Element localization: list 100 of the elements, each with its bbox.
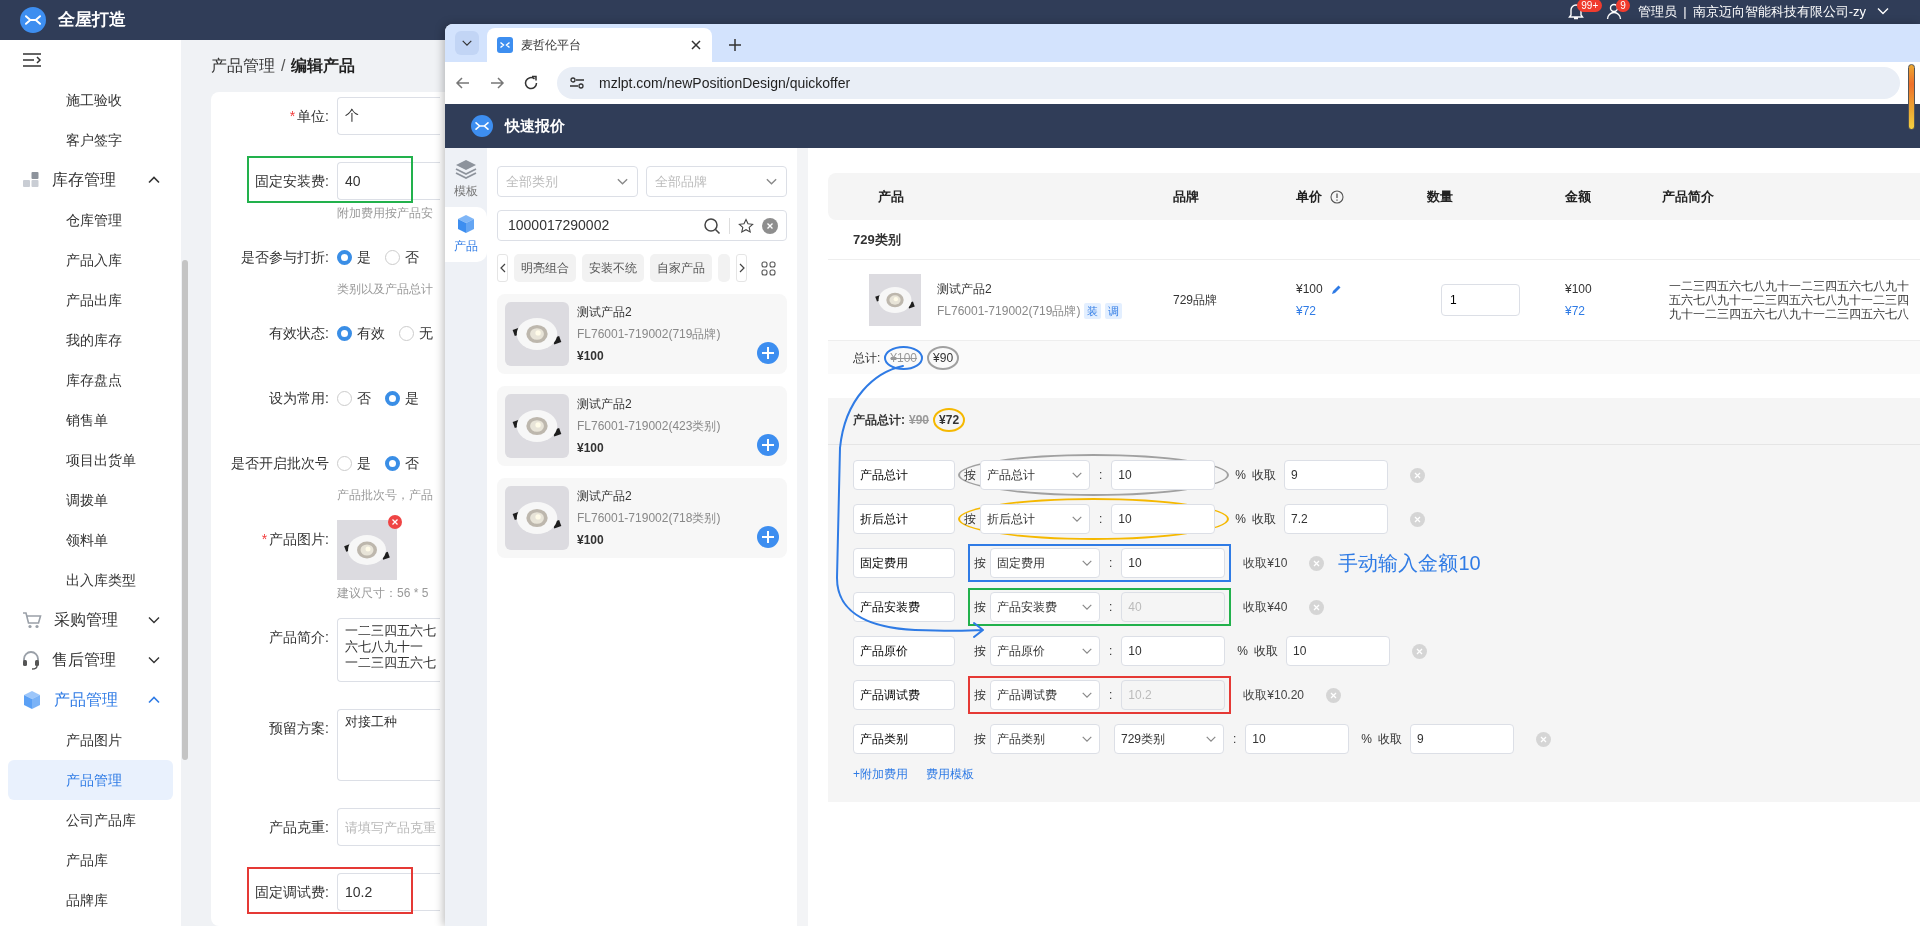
address-bar[interactable]: mzlpt.com/newPositionDesign/quickoffer xyxy=(557,67,1900,99)
radio-button[interactable] xyxy=(385,390,400,406)
plus-icon[interactable] xyxy=(728,38,742,52)
rail-tab[interactable]: 产品 xyxy=(445,207,487,262)
radio-button[interactable] xyxy=(399,325,414,341)
radio-button[interactable] xyxy=(337,455,352,471)
tune-icon[interactable] xyxy=(569,75,585,91)
sidebar-item[interactable]: 产品库 xyxy=(8,840,173,880)
close-icon[interactable] xyxy=(690,39,702,51)
sidebar-group[interactable]: 库存管理 xyxy=(0,160,181,200)
user-name[interactable]: 管理员 xyxy=(1638,2,1678,22)
pencil-icon[interactable] xyxy=(1330,283,1342,295)
value-field[interactable]: 10 xyxy=(1245,724,1350,754)
link[interactable]: 费用模板 xyxy=(926,765,974,783)
radio-button[interactable] xyxy=(385,249,400,265)
category-chip[interactable]: 安装不统 xyxy=(582,254,644,282)
input-field[interactable]: 40 xyxy=(337,162,440,200)
fee-name-field[interactable]: 产品总计 xyxy=(853,460,955,490)
sidebar-item[interactable]: 产品出库 xyxy=(8,280,173,320)
delete-icon[interactable] xyxy=(388,515,402,529)
add-button[interactable] xyxy=(757,434,779,456)
back-icon[interactable] xyxy=(455,75,471,91)
link[interactable]: +附加费用 xyxy=(853,765,908,783)
radio-button[interactable] xyxy=(385,455,400,471)
fee-name-field[interactable]: 产品原价 xyxy=(853,636,955,666)
radio-label[interactable]: 是 xyxy=(357,452,371,474)
star-icon[interactable] xyxy=(738,217,754,234)
scroll-right-button[interactable] xyxy=(736,254,747,282)
radio-button[interactable] xyxy=(337,390,352,406)
radio-label[interactable]: 是 xyxy=(405,387,419,409)
search-icon[interactable] xyxy=(703,216,721,235)
sidebar-item[interactable]: 领料单 xyxy=(8,520,173,560)
scrollbar-thumb[interactable] xyxy=(1908,64,1915,130)
sidebar-item[interactable]: 销售单 xyxy=(8,400,173,440)
radio-button[interactable] xyxy=(337,325,352,341)
radio-label[interactable]: 否 xyxy=(405,452,419,474)
radio-label[interactable]: 有效 xyxy=(357,322,385,344)
sidebar-item[interactable]: 产品入库 xyxy=(8,240,173,280)
result-field[interactable]: 7.2 xyxy=(1284,504,1388,534)
sidebar-item[interactable]: 库存盘点 xyxy=(8,360,173,400)
grid-icon[interactable] xyxy=(761,260,776,276)
text-area[interactable]: 对接工种 xyxy=(337,709,440,781)
search-bar[interactable]: 1000017290002 xyxy=(497,210,787,241)
fee-name-field[interactable]: 产品类别 xyxy=(853,724,955,754)
reload-icon[interactable] xyxy=(523,75,539,91)
select-field[interactable]: 产品类别 xyxy=(990,724,1100,754)
sidebar-group[interactable]: 采购管理 xyxy=(0,600,181,640)
value-field[interactable]: 10 xyxy=(1111,504,1216,534)
tab-list-button[interactable] xyxy=(455,31,479,55)
select-field[interactable]: 固定费用 xyxy=(990,548,1100,578)
input-field[interactable]: 请填写产品克重 xyxy=(337,808,440,846)
radio-button[interactable] xyxy=(337,249,352,265)
rail-tab[interactable]: 模板 xyxy=(445,152,487,207)
result-field[interactable]: 9 xyxy=(1410,724,1514,754)
scroll-left-button[interactable] xyxy=(497,254,508,282)
sidebar-item[interactable]: 项目出货单 xyxy=(8,440,173,480)
company-name[interactable]: 南京迈向智能科技有限公司-zy xyxy=(1692,2,1866,22)
sidebar-item[interactable]: 品牌库 xyxy=(8,880,173,920)
input-field[interactable]: 个 xyxy=(337,97,440,135)
product-card[interactable]: 测试产品2 FL76001-719002(423类别) ¥100 xyxy=(497,386,787,466)
select-field[interactable]: 729类别 xyxy=(1114,724,1224,754)
radio-label[interactable]: 否 xyxy=(357,387,371,409)
info-icon[interactable] xyxy=(1330,189,1344,204)
value-field[interactable]: 10 xyxy=(1121,636,1226,666)
quantity-field[interactable]: 1 xyxy=(1441,284,1520,316)
sidebar-group[interactable]: 售后管理 xyxy=(0,640,181,680)
select-field[interactable]: 折后总计 xyxy=(980,504,1090,534)
result-field[interactable]: 9 xyxy=(1284,460,1388,490)
select-field[interactable]: 产品总计 xyxy=(980,460,1090,490)
category-chip[interactable]: 自家产品 xyxy=(650,254,712,282)
input-field[interactable]: 10.2 xyxy=(337,873,440,911)
add-button[interactable] xyxy=(757,342,779,364)
menu-icon[interactable] xyxy=(22,52,42,68)
value-field[interactable]: 10 xyxy=(1121,548,1226,578)
sidebar-item[interactable]: 出入库类型 xyxy=(8,560,173,600)
result-field[interactable]: 10 xyxy=(1286,636,1390,666)
text-area[interactable]: 一二三四五六七 六七八九十一 一二三四五六七 xyxy=(337,618,440,682)
sidebar-item[interactable]: 施工验收 xyxy=(8,80,173,120)
sidebar-item[interactable]: 我的库存 xyxy=(8,320,173,360)
add-button[interactable] xyxy=(757,526,779,548)
sidebar-item[interactable]: 调拨单 xyxy=(8,480,173,520)
scrollbar-thumb[interactable] xyxy=(182,260,188,760)
radio-label[interactable]: 无 xyxy=(419,322,433,344)
product-card[interactable]: 测试产品2 FL76001-719002(719品牌) ¥100 xyxy=(497,294,787,374)
value-field[interactable]: 10 xyxy=(1111,460,1216,490)
breadcrumb-link[interactable]: 产品管理 xyxy=(211,54,275,78)
forward-icon[interactable] xyxy=(489,75,505,91)
radio-label[interactable]: 否 xyxy=(405,246,419,268)
sidebar-item[interactable]: 产品管理 xyxy=(8,760,173,800)
browser-tab[interactable]: 麦哲伦平台 xyxy=(487,28,712,62)
sidebar-item[interactable]: 产品图片 xyxy=(8,720,173,760)
fee-name-field[interactable]: 固定费用 xyxy=(853,548,955,578)
category-chip[interactable]: 明亮组合 xyxy=(514,254,576,282)
select-field[interactable]: 产品原价 xyxy=(990,636,1100,666)
sidebar-item[interactable]: 公司产品库 xyxy=(8,800,173,840)
product-card[interactable]: 测试产品2 FL76001-719002(718类别) ¥100 xyxy=(497,478,787,558)
clear-icon[interactable] xyxy=(762,217,778,234)
sidebar-item[interactable]: 仓库管理 xyxy=(8,200,173,240)
radio-label[interactable]: 是 xyxy=(357,246,371,268)
fee-name-field[interactable]: 折后总计 xyxy=(853,504,955,534)
